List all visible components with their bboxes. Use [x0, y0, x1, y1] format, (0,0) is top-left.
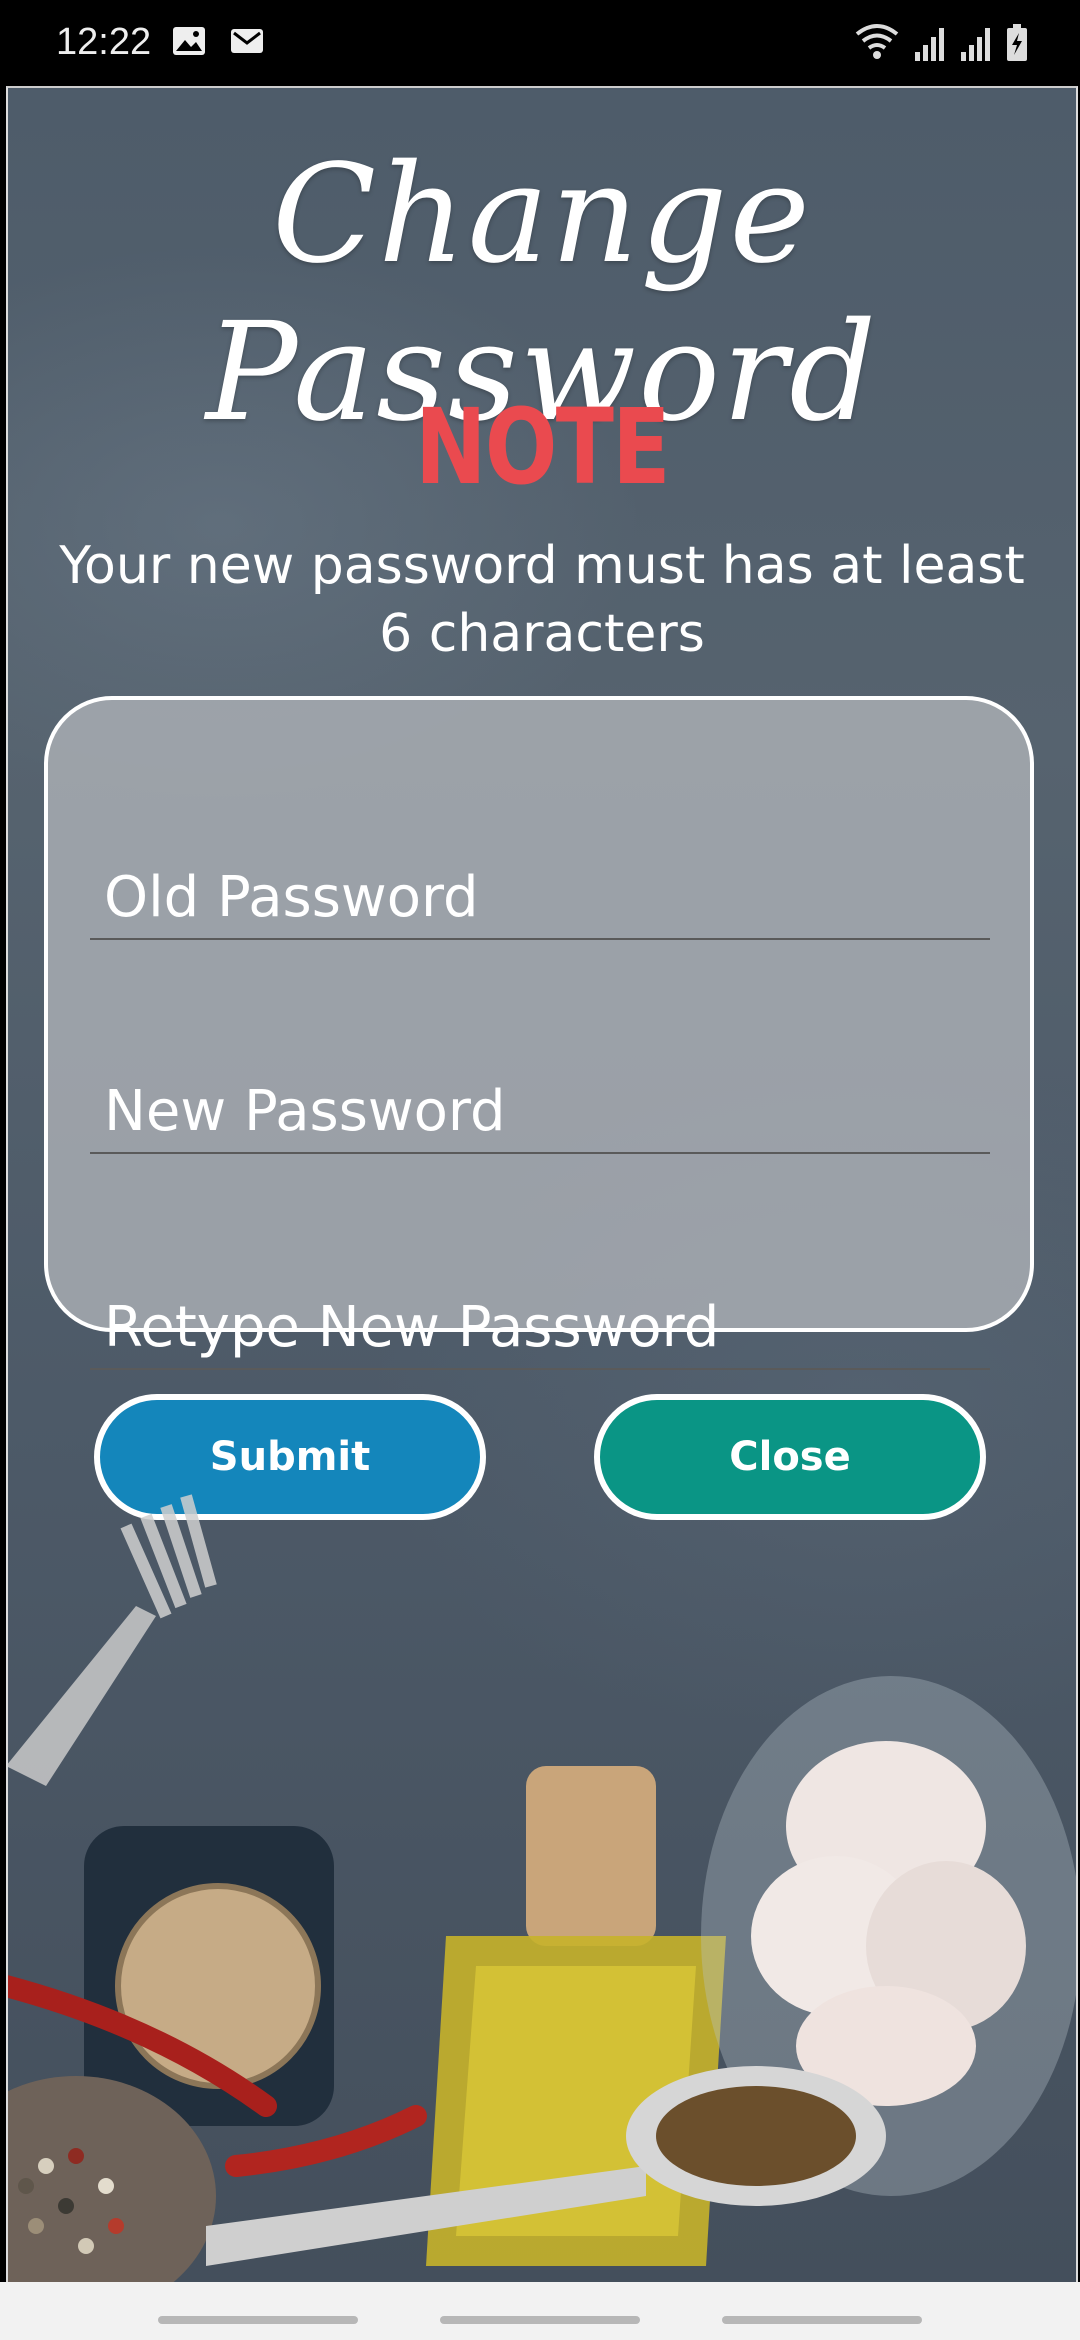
old-password-input[interactable] — [104, 865, 984, 930]
new-password-input[interactable] — [104, 1079, 984, 1144]
signal-icon — [914, 26, 946, 67]
note-text: Your new password must has at least 6 ch… — [59, 536, 1025, 664]
mail-icon — [230, 26, 264, 61]
note-heading: NOTE — [415, 386, 670, 508]
status-right-icons — [854, 22, 1028, 67]
status-time: 12:22 — [56, 21, 152, 63]
change-password-screen: Change Password NOTE Your new password m… — [6, 86, 1078, 2282]
status-left-icons — [172, 26, 264, 61]
new-password-field — [90, 1062, 990, 1154]
status-bar: 12:22 — [0, 0, 1080, 84]
retype-password-field — [90, 1278, 990, 1370]
retype-password-input[interactable] — [104, 1295, 984, 1360]
navigation-bar — [0, 2282, 1080, 2340]
image-icon — [172, 26, 206, 61]
fork-illustration — [6, 1494, 217, 1786]
password-form — [44, 696, 1034, 1370]
nav-handle-right[interactable] — [722, 2316, 922, 2324]
battery-icon — [1006, 24, 1028, 67]
nav-handle-center[interactable] — [440, 2316, 640, 2324]
signal-icon-2 — [960, 26, 992, 67]
food-background-image — [6, 1494, 1078, 2282]
nav-handle-left[interactable] — [158, 2316, 358, 2324]
old-password-field — [90, 848, 990, 940]
wifi-icon — [854, 22, 900, 67]
